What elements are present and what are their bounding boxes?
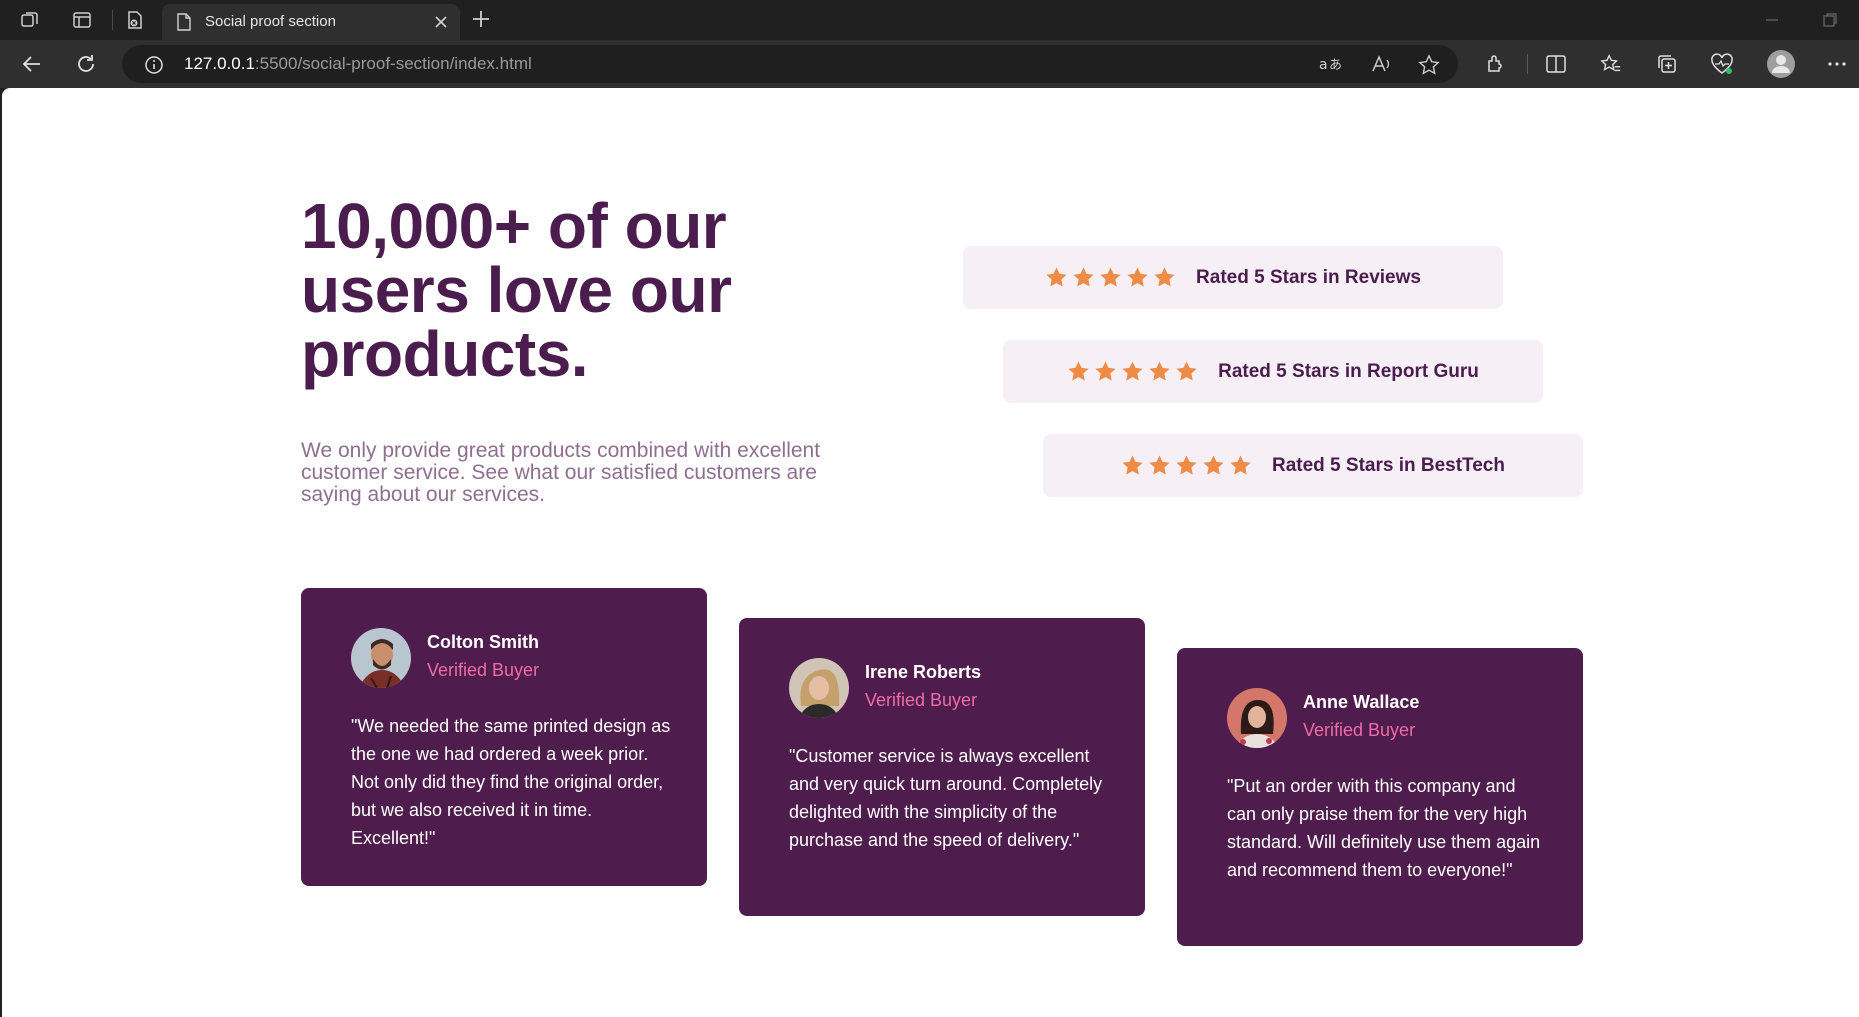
workspaces-icon[interactable] [18,8,42,32]
toolbar-divider [1527,54,1528,74]
rating-reviews: Rated 5 Stars in Reviews [963,246,1503,309]
translate-icon[interactable]: aあ [1318,54,1342,78]
tab-title: Social proof section [205,13,336,30]
svg-text:あ: あ [1329,58,1342,73]
star-icon [1176,361,1197,381]
verified-buyer-label: Verified Buyer [1303,720,1416,740]
reviewer-name: Colton Smith [427,632,539,652]
star-icon [1149,361,1170,381]
pinned-tab-icon[interactable] [123,8,147,32]
profile-avatar-icon[interactable] [1766,49,1796,83]
restore-icon[interactable] [1820,10,1840,34]
new-tab-icon[interactable] [470,8,492,34]
document-icon [176,13,192,35]
reviewer-name: Anne Wallace [1303,692,1420,712]
star-icon [1127,267,1148,287]
star-icon [1122,455,1143,475]
svg-text:a: a [1319,57,1328,73]
avatar [351,628,411,688]
rating-besttech: Rated 5 Stars in BestTech [1043,434,1583,497]
testimonial-quote: "Customer service is always excellent an… [789,746,1103,850]
star-rating [1121,454,1252,477]
rating-label: Rated 5 Stars in Reviews [1196,266,1421,288]
avatar [1227,688,1287,748]
tab-bar: Social proof section [0,0,1859,40]
verified-buyer-label: Verified Buyer [865,690,978,710]
favorites-icon[interactable] [1600,53,1622,79]
address-bar: 127.0.0.1:5500/social-proof-section/inde… [0,40,1859,88]
more-options-icon[interactable] [1826,53,1848,79]
active-tab[interactable]: Social proof section [162,4,460,40]
verified-buyer-label: Verified Buyer [427,660,540,680]
star-rating [1067,360,1198,383]
split-screen-icon[interactable] [1545,53,1567,79]
star-icon [1176,455,1197,475]
reviewer-name: Irene Roberts [865,662,982,682]
testimonial-quote: "Put an order with this company and can … [1227,776,1541,880]
star-icon [1203,455,1224,475]
collections-icon[interactable] [1656,53,1678,79]
star-icon [1068,361,1089,381]
read-aloud-icon[interactable] [1370,54,1394,78]
rating-label: Rated 5 Stars in Report Guru [1218,360,1479,382]
star-icon [1122,361,1143,381]
star-icon [1154,267,1175,287]
rating-report-guru: Rated 5 Stars in Report Guru [1003,340,1543,403]
avatar [789,658,849,718]
page-headline: 10,000+ of our users love our products. [301,190,732,390]
url-text: 127.0.0.1:5500/social-proof-section/inde… [184,54,532,74]
star-rating [1045,266,1176,289]
url-path: :5500/social-proof-section/index.html [254,54,532,73]
minimize-icon[interactable] [1762,10,1782,34]
star-icon [1230,455,1251,475]
browser-essentials-icon[interactable] [1710,53,1734,79]
tabbar-divider [112,10,113,30]
testimonial-card-anne: Anne Wallace Verified Buyer "Put an orde… [1177,648,1583,946]
testimonial-card-colton: Colton Smith Verified Buyer "We needed t… [301,588,707,886]
extensions-icon[interactable] [1484,53,1506,79]
url-host: 127.0.0.1 [184,54,255,73]
star-icon [1149,455,1170,475]
site-info-icon[interactable] [144,55,164,79]
rating-label: Rated 5 Stars in BestTech [1271,454,1505,476]
star-icon [1046,267,1067,287]
testimonial-card-irene: Irene Roberts Verified Buyer "Customer s… [739,618,1145,916]
back-icon[interactable] [20,52,44,80]
page-viewport: 10,000+ of our users love our products. … [2,88,1859,1017]
star-icon [1073,267,1094,287]
favorite-star-icon[interactable] [1418,54,1440,80]
testimonial-quote: "We needed the same printed design as th… [351,716,671,848]
close-tab-icon[interactable] [434,14,448,33]
star-icon [1095,361,1116,381]
star-icon [1100,267,1121,287]
url-field[interactable]: 127.0.0.1:5500/social-proof-section/inde… [122,45,1458,83]
refresh-icon[interactable] [74,52,98,80]
intro-text: We only provide great products combined … [301,439,821,506]
tab-actions-icon[interactable] [70,8,94,32]
